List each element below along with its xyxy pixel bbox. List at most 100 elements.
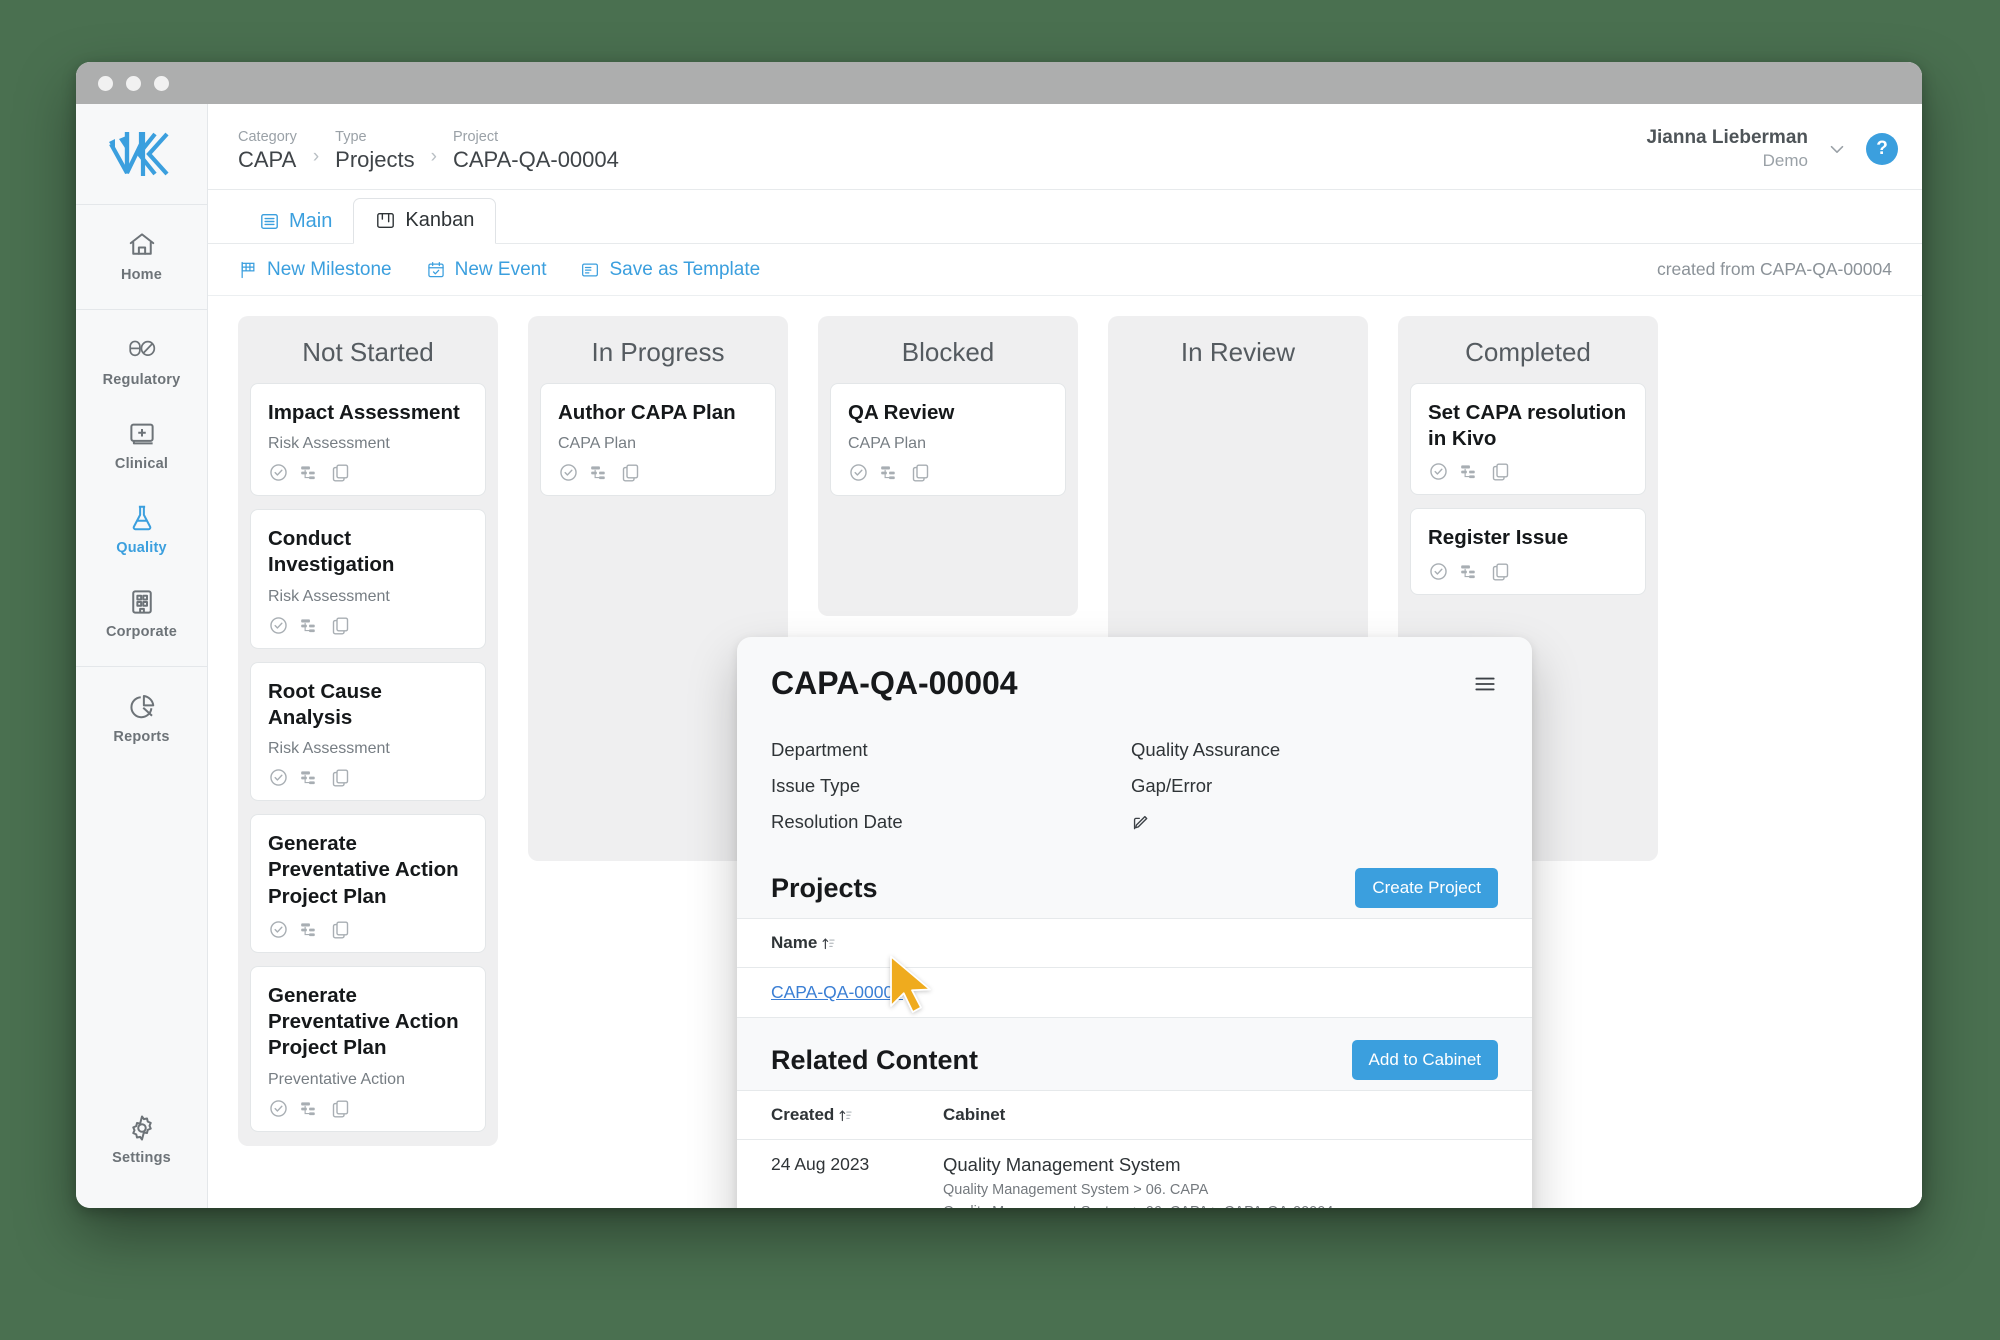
table-row[interactable]: CAPA-QA-00004 <box>737 967 1532 1018</box>
projects-column-label: Name <box>771 933 818 952</box>
project-link[interactable]: CAPA-QA-00004 <box>771 982 903 1002</box>
workflow-icon[interactable] <box>1459 561 1480 582</box>
kanban-card[interactable]: Impact Assessment Risk Assessment <box>250 383 486 497</box>
projects-column-name[interactable]: Name <box>771 919 1498 967</box>
window-minimize-button[interactable] <box>126 75 141 91</box>
copy-icon[interactable] <box>330 767 351 788</box>
breadcrumb-item-category[interactable]: Category CAPA <box>238 128 297 174</box>
kanban-column-title: Blocked <box>901 337 995 367</box>
card-subtitle: Risk Assessment <box>268 740 390 758</box>
check-circle-icon[interactable] <box>268 1098 289 1119</box>
kanban-card[interactable]: Author CAPA Plan CAPA Plan <box>540 383 776 497</box>
window-zoom-button[interactable] <box>154 75 169 91</box>
sidebar-item-clinical[interactable]: Clinical <box>76 404 207 488</box>
check-circle-icon[interactable] <box>558 462 579 483</box>
sort-ascending-icon[interactable] <box>821 936 836 951</box>
card-subtitle: Preventative Action <box>268 1070 405 1088</box>
sidebar-item-reports[interactable]: Reports <box>76 677 207 761</box>
action-label: Save as Template <box>609 258 761 280</box>
pie-chart-icon <box>127 692 157 722</box>
card-icon-row <box>848 462 1048 483</box>
milestone-flag-icon <box>238 260 258 280</box>
workflow-icon[interactable] <box>299 767 320 788</box>
workflow-icon[interactable] <box>299 615 320 636</box>
modal-details: Department Quality Assurance Issue Type … <box>737 708 1532 846</box>
workflow-icon[interactable] <box>299 919 320 940</box>
card-title: Root Cause Analysis <box>268 679 382 729</box>
sort-ascending-icon[interactable] <box>838 1108 853 1123</box>
sidebar-item-label: Reports <box>113 729 170 745</box>
tab-kanban[interactable]: Kanban <box>353 198 497 244</box>
check-circle-icon[interactable] <box>268 615 289 636</box>
projects-title: Projects <box>771 872 878 903</box>
related-column-created[interactable]: Created <box>771 1091 943 1139</box>
user-menu[interactable]: Jianna Lieberman Demo ? <box>1646 104 1898 172</box>
copy-icon[interactable] <box>330 462 351 483</box>
tab-bar: Main Kanban <box>208 190 1922 244</box>
check-circle-icon[interactable] <box>268 767 289 788</box>
create-project-button[interactable]: Create Project <box>1355 868 1498 908</box>
workflow-icon[interactable] <box>879 462 900 483</box>
chevron-down-icon[interactable] <box>1826 138 1848 160</box>
copy-icon[interactable] <box>330 1098 351 1119</box>
check-circle-icon[interactable] <box>1428 561 1449 582</box>
card-title: Impact Assessment <box>268 401 460 424</box>
workflow-icon[interactable] <box>589 462 610 483</box>
sidebar-item-settings[interactable]: Settings <box>76 1098 207 1182</box>
kanban-card[interactable]: Generate Preventative Action Project Pla… <box>250 965 486 1132</box>
kanban-card[interactable]: Register Issue <box>1410 508 1646 595</box>
new-milestone-button[interactable]: New Milestone <box>238 259 392 281</box>
save-as-template-button[interactable]: Save as Template <box>580 259 760 281</box>
check-circle-icon[interactable] <box>848 462 869 483</box>
edit-pencil-icon[interactable] <box>1131 813 1150 832</box>
window-close-button[interactable] <box>98 75 113 91</box>
sidebar-bottom-label: Settings <box>112 1150 171 1166</box>
sidebar: Home Regulatory Clinical Quality Corpora… <box>76 104 208 1208</box>
gear-icon <box>127 1113 157 1143</box>
cabinet-path: Quality Management System > 06. CAPA <box>943 1182 1209 1198</box>
breadcrumb-chevron-icon: › <box>312 146 320 167</box>
copy-icon[interactable] <box>1490 461 1511 482</box>
related-content-title: Related Content <box>771 1044 979 1075</box>
card-icon-row <box>268 919 468 940</box>
kanban-card[interactable]: Conduct Investigation Risk Assessment <box>250 509 486 649</box>
copy-icon[interactable] <box>910 462 931 483</box>
kanban-card[interactable]: Set CAPA resolution in Kivo <box>1410 383 1646 496</box>
kanban-card[interactable]: QA Review CAPA Plan <box>830 383 1066 497</box>
created-from-label: created from CAPA-QA-00004 <box>1656 259 1892 279</box>
copy-icon[interactable] <box>620 462 641 483</box>
add-to-cabinet-button[interactable]: Add to Cabinet <box>1351 1040 1498 1080</box>
kanban-column-title: Not Started <box>302 337 434 367</box>
copy-icon[interactable] <box>330 615 351 636</box>
app-logo[interactable] <box>76 104 207 204</box>
kanban-card[interactable]: Generate Preventative Action Project Pla… <box>250 814 486 953</box>
breadcrumb-value: Projects <box>335 147 415 172</box>
check-circle-icon[interactable] <box>1428 461 1449 482</box>
related-column-cabinet[interactable]: Cabinet <box>943 1091 1498 1139</box>
projects-cell-name: CAPA-QA-00004 <box>771 968 1498 1017</box>
breadcrumb-item-type[interactable]: Type Projects <box>335 128 414 174</box>
table-row[interactable]: 24 Aug 2023 Quality Management System Qu… <box>737 1139 1532 1208</box>
sidebar-item-regulatory[interactable]: Regulatory <box>76 320 207 404</box>
record-detail-modal: CAPA-QA-00004 Department Quality Assuran… <box>737 637 1532 1208</box>
workflow-icon[interactable] <box>299 462 320 483</box>
tab-main[interactable]: Main <box>238 200 353 244</box>
breadcrumb-item-project[interactable]: Project CAPA-QA-00004 <box>453 128 619 174</box>
hamburger-menu-icon[interactable] <box>1472 671 1498 697</box>
breadcrumb-value: CAPA <box>238 147 297 172</box>
sidebar-item-home[interactable]: Home <box>76 215 207 299</box>
check-circle-icon[interactable] <box>268 919 289 940</box>
new-event-button[interactable]: New Event <box>426 259 546 281</box>
card-icon-row <box>1428 561 1628 582</box>
workflow-icon[interactable] <box>299 1098 320 1119</box>
sidebar-group-primary: Home <box>76 205 207 309</box>
detail-value: Quality Assurance <box>1131 739 1281 760</box>
workflow-icon[interactable] <box>1459 461 1480 482</box>
check-circle-icon[interactable] <box>268 462 289 483</box>
sidebar-item-quality[interactable]: Quality <box>76 488 207 572</box>
copy-icon[interactable] <box>330 919 351 940</box>
kanban-card[interactable]: Root Cause Analysis Risk Assessment <box>250 661 486 802</box>
help-button[interactable]: ? <box>1866 133 1898 166</box>
sidebar-item-corporate[interactable]: Corporate <box>76 572 207 656</box>
copy-icon[interactable] <box>1490 561 1511 582</box>
